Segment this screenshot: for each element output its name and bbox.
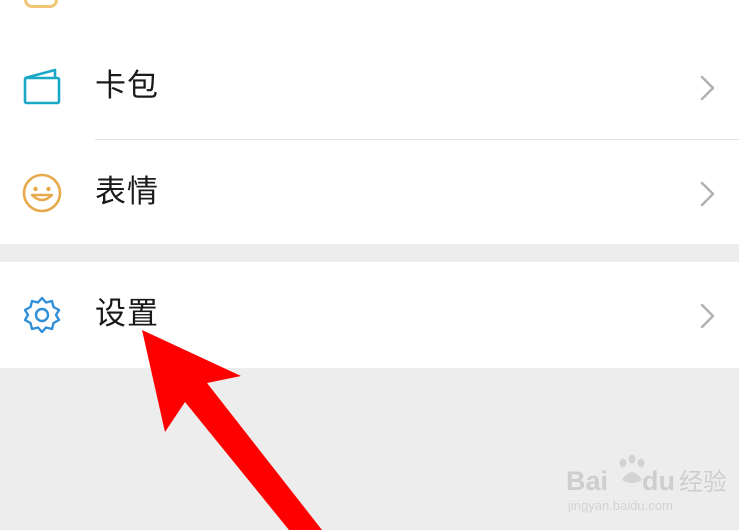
watermark-url: jingyan.baidu.com bbox=[568, 498, 673, 513]
smiley-face-icon bbox=[22, 173, 62, 213]
chevron-right-icon bbox=[700, 75, 715, 101]
menu-group-top: 卡包 表情 bbox=[0, 0, 739, 244]
menu-item-label: 卡包 bbox=[95, 68, 159, 104]
previous-menu-item-partial[interactable] bbox=[0, 0, 739, 32]
card-wallet-icon bbox=[23, 68, 61, 105]
chevron-right-icon bbox=[700, 181, 715, 207]
menu-item-label: 表情 bbox=[95, 174, 159, 210]
menu-item-stickers[interactable]: 表情 bbox=[0, 140, 739, 246]
menu-item-settings[interactable]: 设置 bbox=[0, 262, 739, 368]
gear-icon bbox=[23, 296, 61, 334]
menu-group-settings: 设置 bbox=[0, 262, 739, 368]
menu-item-label: 设置 bbox=[95, 296, 159, 332]
chevron-right-icon bbox=[700, 303, 715, 329]
watermark-text: Bai du 经验 bbox=[566, 466, 728, 496]
menu-item-card-wallet[interactable]: 卡包 bbox=[0, 34, 739, 140]
partial-icon bbox=[24, 0, 58, 8]
baidu-jingyan-watermark: Bai du 经验 jingyan.baidu.com bbox=[566, 450, 727, 522]
